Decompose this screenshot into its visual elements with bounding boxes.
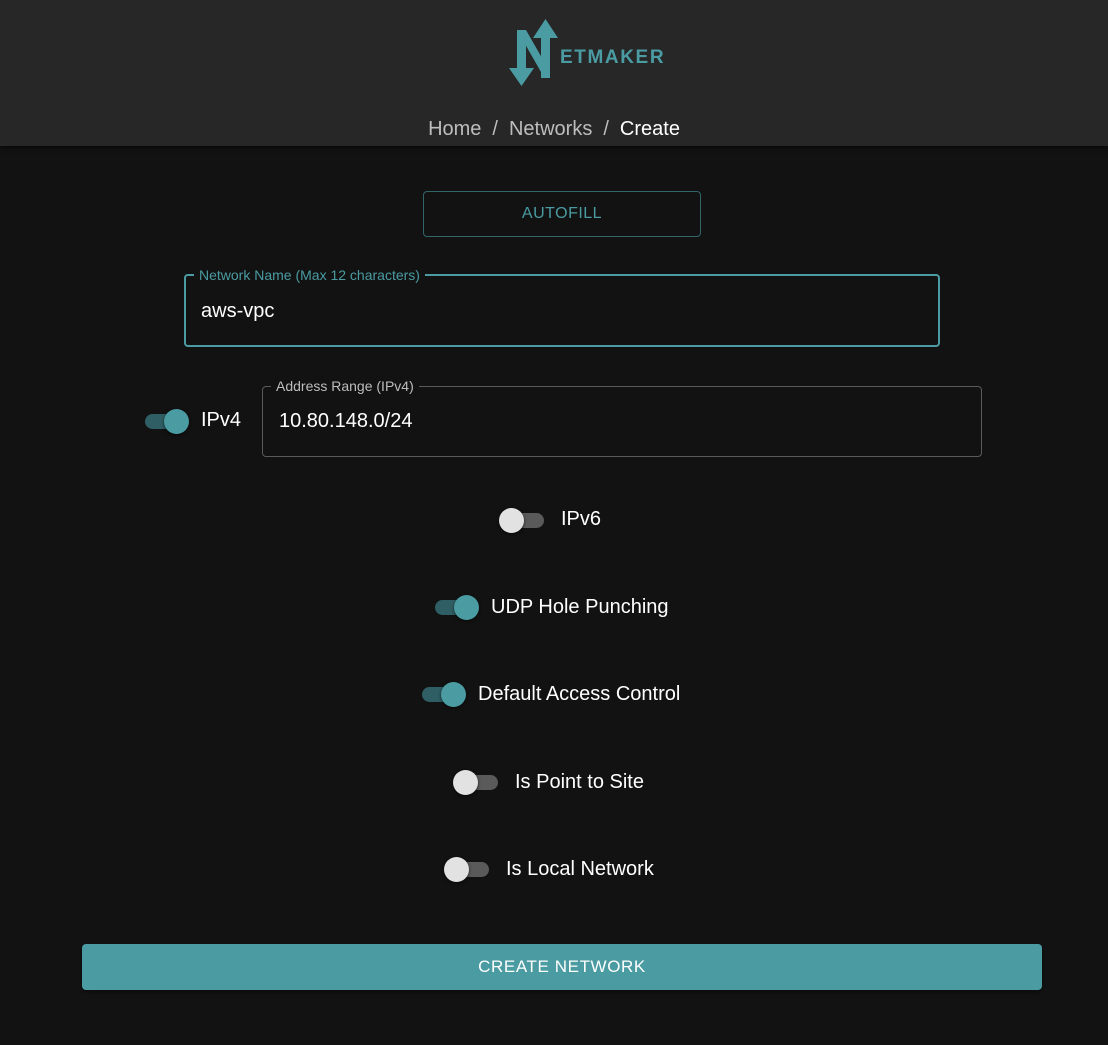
switch-thumb [499,508,524,533]
breadcrumb-separator: / [492,118,498,140]
breadcrumb-home[interactable]: Home [428,118,481,141]
create-network-button[interactable]: CREATE NETWORK [82,944,1042,990]
is-point-to-site-label: Is Point to Site [515,771,644,793]
switch-thumb [441,682,466,707]
network-name-input[interactable] [201,298,921,324]
ipv6-switch[interactable] [498,504,548,536]
switch-thumb [164,409,189,434]
switch-thumb [454,595,479,620]
network-name-label: Network Name (Max 12 characters) [199,267,420,283]
default-access-control-label: Default Access Control [478,683,681,705]
udp-hole-punching-label: UDP Hole Punching [491,596,669,618]
breadcrumb-separator: / [603,118,609,140]
breadcrumb: Home / Networks / Create [0,118,1108,141]
default-access-control-switch[interactable] [418,678,468,710]
breadcrumb-current: Create [619,118,680,140]
ipv4-switch[interactable] [141,405,191,437]
netmaker-logo[interactable]: ETMAKER [506,16,666,92]
ipv4-label: IPv4 [201,409,242,431]
address-range-input[interactable] [279,408,959,434]
address-range-label: Address Range (IPv4) [276,378,414,394]
autofill-button[interactable]: AUTOFILL [423,191,701,237]
app-header: ETMAKER Home / Networks / Create [0,0,1108,146]
switch-thumb [453,770,478,795]
is-point-to-site-switch[interactable] [452,766,502,798]
ipv6-label: IPv6 [561,508,602,530]
udp-hole-punching-switch[interactable] [431,591,481,623]
is-local-network-switch[interactable] [443,853,493,885]
is-local-network-label: Is Local Network [506,858,654,880]
switch-thumb [444,857,469,882]
logo-wordmark: ETMAKER [560,47,666,68]
netmaker-n-arrows-icon [509,19,558,86]
breadcrumb-networks[interactable]: Networks [509,118,592,141]
